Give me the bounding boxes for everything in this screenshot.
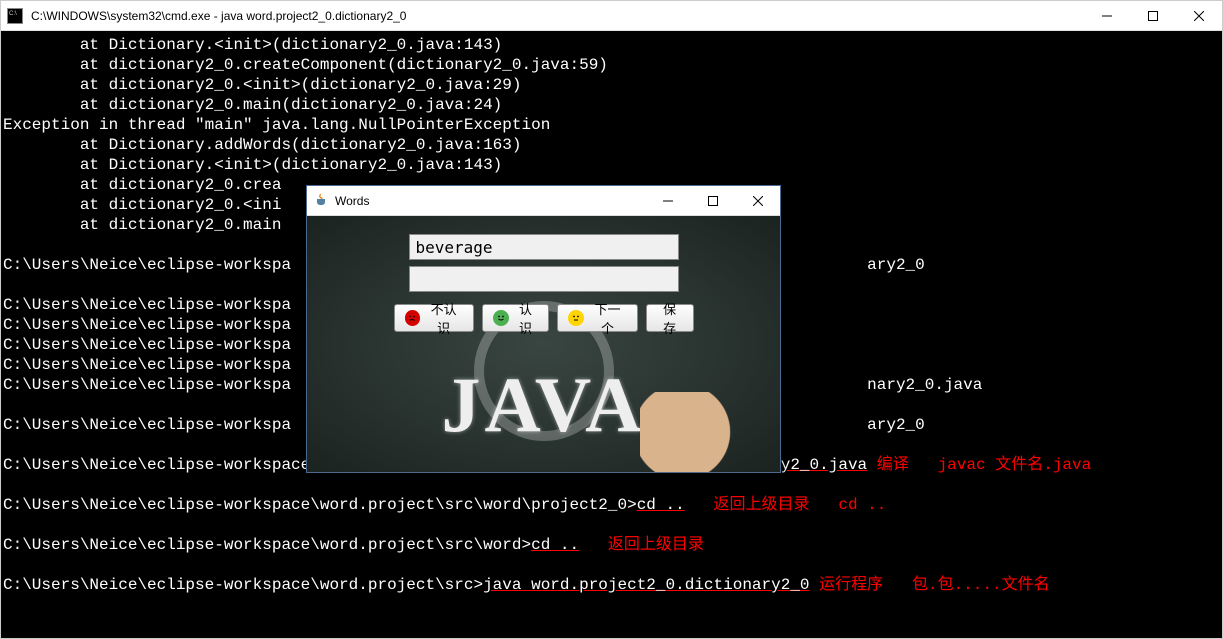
trace-line: at dictionary2_0.<ini	[3, 196, 281, 214]
prompt-line: C:\Users\Neice\eclipse-workspa	[3, 336, 291, 354]
trace-line: at dictionary2_0.createComponent(diction…	[3, 56, 608, 74]
save-button[interactable]: 保存	[646, 304, 694, 332]
btn-label: 不认识	[424, 299, 463, 337]
java-minimize-button[interactable]	[645, 186, 690, 215]
prompt-path: C:\Users\Neice\eclipse-workspace\word.pr…	[3, 496, 637, 514]
trace-line: at dictionary2_0.main(dictionary2_0.java…	[3, 96, 502, 114]
overflow-text: nary2_0.java	[867, 376, 982, 394]
overflow-text: ary2_0	[867, 416, 925, 434]
close-button[interactable]	[1176, 1, 1222, 30]
java-cup-icon	[313, 193, 329, 209]
cmd-input: java word.project2_0.dictionary2_0	[483, 576, 809, 594]
annotation: javac 文件名.java	[938, 456, 1092, 474]
maximize-button[interactable]	[1130, 1, 1176, 30]
trace-line: at Dictionary.addWords(dictionary2_0.jav…	[3, 136, 521, 154]
java-close-button[interactable]	[735, 186, 780, 215]
prompt-line: C:\Users\Neice\eclipse-workspa	[3, 416, 291, 434]
annotation: 包.包.....文件名	[912, 576, 1050, 594]
prompt-line: C:\Users\Neice\eclipse-workspa	[3, 296, 291, 314]
annotation: cd ..	[838, 496, 886, 514]
cmd-input: cd ..	[637, 496, 685, 514]
cmd-icon	[7, 8, 23, 24]
sad-face-icon	[405, 310, 421, 326]
happy-face-icon	[493, 310, 509, 326]
trace-line: at Dictionary.<init>(dictionary2_0.java:…	[3, 36, 502, 54]
java-words-window: Words JAVA 不认识	[306, 185, 781, 473]
prompt-line: C:\Users\Neice\eclipse-workspa	[3, 376, 291, 394]
annotation: 编译	[877, 456, 909, 474]
annotation: 返回上级目录	[608, 536, 704, 554]
trace-line: at dictionary2_0.crea	[3, 176, 281, 194]
btn-label: 认识	[513, 299, 539, 337]
minimize-button[interactable]	[1084, 1, 1130, 30]
prompt-line: C:\Users\Neice\eclipse-workspa	[3, 316, 291, 334]
next-button[interactable]: 下一个	[557, 304, 637, 332]
java-window-title: Words	[335, 194, 645, 208]
cmd-input: cd ..	[531, 536, 579, 554]
answer-input[interactable]	[409, 266, 679, 292]
dont-know-button[interactable]: 不认识	[394, 304, 474, 332]
java-maximize-button[interactable]	[690, 186, 735, 215]
cmd-titlebar[interactable]: C:\WINDOWS\system32\cmd.exe - java word.…	[1, 1, 1222, 31]
java-titlebar[interactable]: Words	[307, 186, 780, 216]
trace-line: at dictionary2_0.<init>(dictionary2_0.ja…	[3, 76, 521, 94]
annotation: 返回上级目录	[714, 496, 810, 514]
prompt-line: C:\Users\Neice\eclipse-workspa	[3, 256, 291, 274]
java-client-area: JAVA 不认识 认识	[307, 216, 780, 472]
trace-line: Exception in thread "main" java.lang.Nul…	[3, 116, 550, 134]
btn-label: 保存	[657, 299, 683, 337]
word-input[interactable]	[409, 234, 679, 260]
overflow-text: ary2_0	[867, 256, 925, 274]
prompt-path: C:\Users\Neice\eclipse-workspace\word.pr…	[3, 576, 483, 594]
know-button[interactable]: 认识	[482, 304, 550, 332]
trace-line: at Dictionary.<init>(dictionary2_0.java:…	[3, 156, 502, 174]
cmd-title: C:\WINDOWS\system32\cmd.exe - java word.…	[31, 9, 1084, 23]
btn-label: 下一个	[588, 299, 627, 337]
trace-line: at dictionary2_0.main	[3, 216, 281, 234]
annotation: 运行程序	[819, 576, 883, 594]
prompt-path: C:\Users\Neice\eclipse-workspace\word.pr…	[3, 536, 531, 554]
prompt-line: C:\Users\Neice\eclipse-workspa	[3, 356, 291, 374]
neutral-face-icon	[568, 310, 584, 326]
hand-icon	[640, 392, 780, 472]
